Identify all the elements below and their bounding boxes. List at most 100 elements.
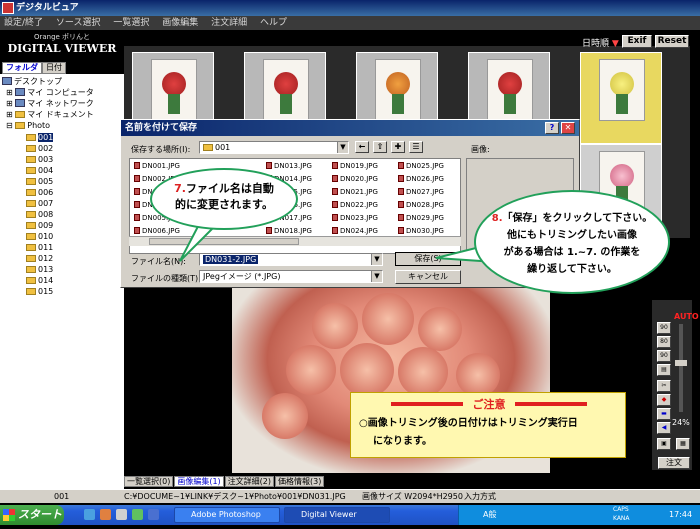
folder-icon (26, 255, 36, 262)
jpg-file-icon (398, 162, 404, 169)
jpg-file-icon (134, 175, 140, 182)
tree-folder-008[interactable]: 008 (26, 209, 53, 220)
tree-folder-002[interactable]: 002 (26, 143, 53, 154)
save-in-select[interactable]: 001 ▼ (199, 141, 349, 154)
quicklaunch-icon[interactable] (132, 509, 143, 520)
taskbar-digital-viewer[interactable]: Digital Viewer (284, 507, 390, 523)
menu-settings[interactable]: 設定/終了 (4, 18, 43, 28)
order-button[interactable]: 注文 (658, 457, 690, 469)
tree-folder-007[interactable]: 007 (26, 198, 53, 209)
tree-folder-014[interactable]: 014 (26, 275, 53, 286)
jpg-file-icon (398, 188, 404, 195)
jpg-file-icon (398, 175, 404, 182)
rotate-270-icon[interactable]: 90 (657, 350, 671, 362)
rose-shape (262, 393, 308, 439)
file-item[interactable]: DN021.JPG (332, 188, 378, 196)
view-menu-icon[interactable]: ☰ (409, 141, 423, 153)
zoom-slider[interactable] (679, 324, 683, 412)
file-item[interactable]: DN024.JPG (332, 227, 378, 235)
menu-help[interactable]: ヘルプ (260, 18, 287, 28)
tree-folder-011[interactable]: 011 (26, 242, 53, 253)
start-button[interactable]: スタート (0, 505, 64, 525)
file-item[interactable]: DN029.JPG (398, 214, 444, 222)
view-icon[interactable]: ▦ (676, 438, 690, 450)
folder-icon (26, 222, 36, 229)
back-icon[interactable]: ← (355, 141, 369, 153)
menu-source[interactable]: ソース選択 (56, 18, 101, 28)
quicklaunch-icon[interactable] (84, 509, 95, 520)
jpg-file-icon (134, 201, 140, 208)
prev-icon[interactable]: ◀ (657, 422, 671, 434)
tree-folder-015[interactable]: 015 (26, 286, 53, 297)
file-item[interactable]: DN019.JPG (332, 162, 378, 170)
help-icon[interactable]: ? (545, 122, 559, 134)
close-icon[interactable]: ✕ (561, 122, 575, 134)
new-folder-icon[interactable]: ✚ (391, 141, 405, 153)
file-item[interactable]: DN030.JPG (398, 227, 444, 235)
reset-button[interactable]: Reset (655, 35, 689, 48)
thumbnail-image (599, 59, 645, 121)
quicklaunch-icon[interactable] (100, 509, 111, 520)
file-item[interactable]: DN025.JPG (398, 162, 444, 170)
filetype-select[interactable]: JPegイメージ (*.JPG) ▼ (199, 270, 383, 283)
red-eye-icon[interactable]: ◆ (657, 394, 671, 406)
rotate-90-icon[interactable]: 90 (657, 322, 671, 334)
ime-indicator[interactable]: A般 (483, 505, 496, 525)
tree-my-computer[interactable]: ⊞ マイ コンピュータ (6, 87, 94, 98)
tree-folder-009[interactable]: 009 (26, 220, 53, 231)
tab-image-edit[interactable]: 画像編集(1) (174, 476, 224, 487)
save-in-label: 保存する場所(I): (131, 145, 191, 154)
rotate-180-icon[interactable]: 80 (657, 336, 671, 348)
menu-list[interactable]: 一覧選択 (113, 18, 149, 28)
tree-folder-003[interactable]: 003 (26, 154, 53, 165)
tree-my-network[interactable]: ⊞ マイ ネットワーク (6, 98, 94, 109)
menu-edit[interactable]: 画像編集 (162, 18, 198, 28)
tab-order-details[interactable]: 注文詳細(2) (224, 476, 275, 487)
quicklaunch-icon[interactable] (116, 509, 127, 520)
tool-icon[interactable]: ▤ (657, 364, 671, 376)
file-item[interactable]: DN001.JPG (134, 162, 180, 170)
thumbnail-selected[interactable] (580, 52, 662, 144)
file-item[interactable]: DN027.JPG (398, 188, 444, 196)
tree-folder-013[interactable]: 013 (26, 264, 53, 275)
tree-desktop[interactable]: デスクトップ (2, 76, 62, 87)
file-item[interactable]: DN028.JPG (398, 201, 444, 209)
folder-icon (26, 156, 36, 163)
rose-shape (312, 303, 358, 349)
fit-icon[interactable]: ▣ (657, 438, 671, 450)
up-folder-icon[interactable]: ⇧ (373, 141, 387, 153)
quicklaunch-icon[interactable] (148, 509, 159, 520)
tab-price-info[interactable]: 価格情報(3) (275, 476, 325, 487)
exif-button[interactable]: Exif (622, 35, 652, 48)
cut-icon[interactable]: ✂ (657, 380, 671, 392)
file-item[interactable]: DN013.JPG (266, 162, 312, 170)
tab-date[interactable]: 日付 (42, 62, 66, 74)
jpg-file-icon (398, 201, 404, 208)
frame-icon[interactable]: ▬ (657, 408, 671, 420)
sort-order-label[interactable]: 日時順 ▼ (582, 36, 619, 49)
tree-folder-010[interactable]: 010 (26, 231, 53, 242)
tree-folder-006[interactable]: 006 (26, 187, 53, 198)
tree-folder-001[interactable]: 001 (26, 132, 54, 143)
status-image-size: 画像サイズ W2094*H2950 (362, 492, 463, 501)
documents-icon (15, 111, 26, 118)
jpg-file-icon (332, 227, 338, 234)
tree-folder-004[interactable]: 004 (26, 165, 53, 176)
tree-folder-005[interactable]: 005 (26, 176, 53, 187)
file-item[interactable]: DN026.JPG (398, 175, 444, 183)
file-item[interactable]: DN018.JPG (266, 227, 312, 235)
file-item[interactable]: DN022.JPG (332, 201, 378, 209)
computer-icon (15, 88, 26, 96)
menu-order[interactable]: 注文詳細 (211, 18, 247, 28)
zoom-slider-knob[interactable] (675, 360, 687, 366)
tree-my-documents[interactable]: ⊞ マイ ドキュメント (6, 109, 94, 120)
tab-list-select[interactable]: 一覧選択(0) (124, 476, 174, 487)
tree-photo[interactable]: ⊟ Photo (6, 120, 50, 131)
file-item[interactable]: DN020.JPG (332, 175, 378, 183)
tree-folder-012[interactable]: 012 (26, 253, 53, 264)
taskbar-photoshop[interactable]: Adobe Photoshop (174, 507, 280, 523)
jpg-file-icon (332, 175, 338, 182)
file-item[interactable]: DN023.JPG (332, 214, 378, 222)
tab-folder[interactable]: フォルダ (2, 62, 42, 74)
thumbnail-image (375, 59, 421, 121)
